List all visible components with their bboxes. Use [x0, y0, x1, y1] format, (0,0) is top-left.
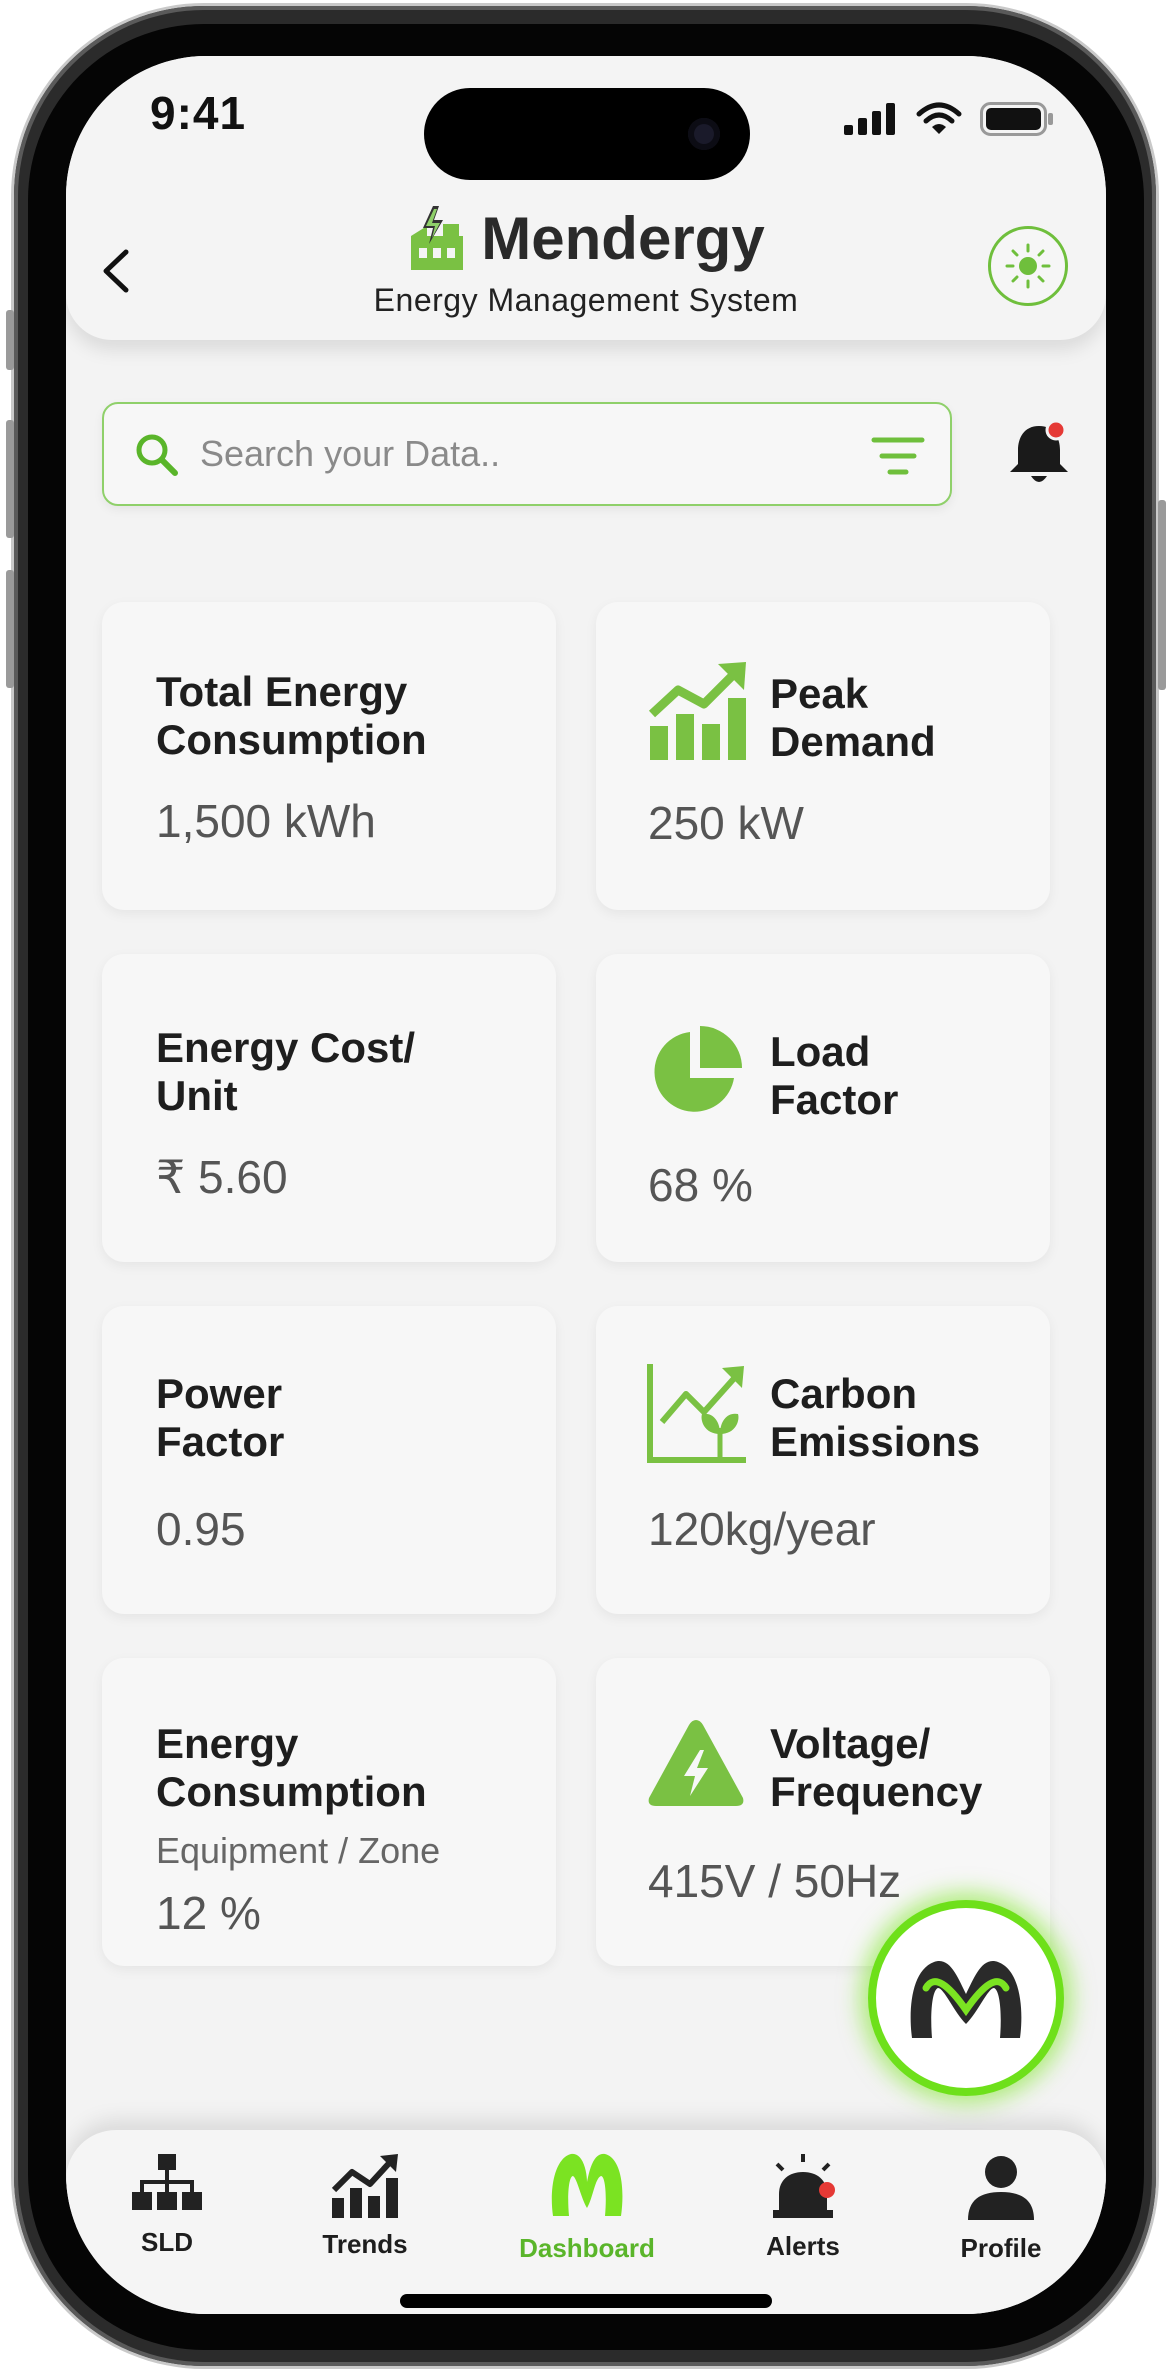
- nav-label: SLD: [141, 2227, 193, 2257]
- assistant-fab[interactable]: [868, 1900, 1064, 2096]
- card-title: Peak Demand: [770, 670, 936, 765]
- card-value: 120kg/year: [648, 1503, 876, 1555]
- app-screen: Mendergy Energy Management System 9:41 S…: [66, 56, 1106, 2314]
- search-bar: [102, 402, 952, 506]
- card-title: Carbon Emissions: [770, 1370, 981, 1465]
- warning-bolt-icon: [648, 1720, 744, 1806]
- card-value: 12 %: [156, 1887, 261, 1939]
- card-value: 0.95: [156, 1503, 246, 1555]
- card-energy-cost[interactable]: Energy Cost/Unit ₹ 5.60: [102, 954, 556, 1262]
- trends-icon: [331, 2154, 398, 2218]
- nav-label: Dashboard: [519, 2233, 655, 2263]
- power-button: [1158, 500, 1166, 690]
- nav-label: Profile: [960, 2233, 1042, 2263]
- card-peak-demand[interactable]: Peak Demand 250 kW: [596, 602, 1050, 910]
- card-energy-consumption-zone[interactable]: Energy Consumption Equipment / Zone 12 %: [102, 1658, 556, 1966]
- nav-alerts[interactable]: Alerts: [718, 2154, 888, 2262]
- eco-chart-icon: [647, 1364, 746, 1463]
- m-logo-icon: [551, 2153, 623, 2216]
- card-title: Power Factor: [156, 1370, 285, 1465]
- search-input[interactable]: [200, 433, 840, 475]
- sun-icon: [1005, 243, 1051, 289]
- nav-sld[interactable]: SLD: [82, 2154, 252, 2258]
- status-icons: [844, 102, 1054, 136]
- card-value: 68 %: [648, 1159, 753, 1211]
- nav-profile[interactable]: Profile: [916, 2154, 1086, 2264]
- bottom-nav: SLD Trends Dashboard Alerts Profile: [66, 2130, 1106, 2314]
- nav-label: Alerts: [766, 2231, 840, 2261]
- m-logo-icon: [910, 1960, 1022, 2038]
- card-value: 1,500 kWh: [156, 795, 376, 847]
- card-load-factor[interactable]: Load Factor 68 %: [596, 954, 1050, 1262]
- factory-bolt-icon: [411, 205, 464, 270]
- card-value: ₹ 5.60: [156, 1151, 288, 1203]
- card-carbon-emissions[interactable]: Carbon Emissions 120kg/year: [596, 1306, 1050, 1614]
- person-icon: [968, 2156, 1034, 2220]
- card-subtitle: Equipment / Zone: [156, 1830, 441, 1871]
- filter-icon[interactable]: [870, 432, 926, 480]
- search-icon: [136, 434, 178, 476]
- signal-icon: [844, 103, 895, 135]
- dynamic-island: [424, 88, 750, 180]
- card-title: Load Factor: [770, 1028, 899, 1123]
- card-value: 250 kW: [648, 797, 804, 849]
- home-indicator: [400, 2294, 772, 2308]
- card-power-factor[interactable]: Power Factor 0.95: [102, 1306, 556, 1614]
- card-title: Voltage/Frequency: [770, 1720, 983, 1815]
- nav-label: Trends: [322, 2229, 408, 2259]
- card-title: Total Energy Consumption: [156, 668, 427, 763]
- battery-icon: [980, 102, 1053, 136]
- wifi-icon: [916, 102, 962, 134]
- card-total-energy[interactable]: Total Energy Consumption 1,500 kWh: [102, 602, 556, 910]
- app-subtitle: Energy Management System: [373, 282, 799, 318]
- pie-icon: [654, 1026, 742, 1112]
- siren-icon: [773, 2154, 835, 2218]
- nav-trends[interactable]: Trends: [280, 2154, 450, 2260]
- hierarchy-icon: [132, 2154, 202, 2210]
- notification-bell-icon[interactable]: [1004, 416, 1074, 488]
- chart-up-icon: [648, 662, 746, 760]
- card-value: 415V / 50Hz: [648, 1855, 902, 1907]
- mute-switch: [6, 310, 14, 370]
- card-title: Energy Cost/Unit: [156, 1024, 416, 1119]
- app-title: Mendergy: [481, 205, 765, 272]
- volume-up-button: [6, 420, 14, 538]
- status-time: 9:41: [150, 87, 247, 139]
- nav-dashboard[interactable]: Dashboard: [502, 2148, 672, 2264]
- card-title: Energy Consumption: [156, 1720, 427, 1815]
- brand: Mendergy: [66, 204, 1106, 273]
- theme-toggle-button[interactable]: [988, 226, 1068, 306]
- volume-down-button: [6, 570, 14, 688]
